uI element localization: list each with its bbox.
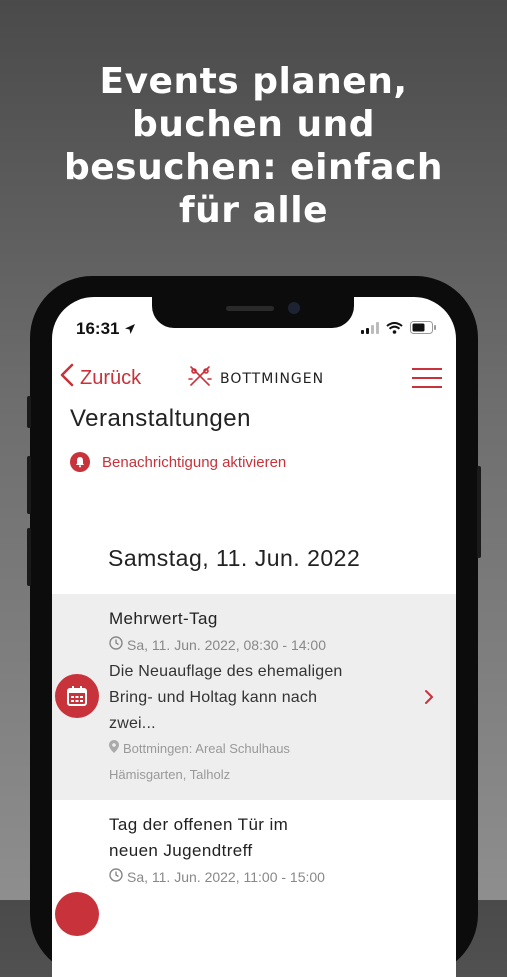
speaker	[226, 306, 274, 311]
location-text: Bottmingen: Areal Schulhaus	[123, 741, 290, 756]
pin-icon	[109, 736, 119, 762]
event-time: Sa, 11. Jun. 2022, 11:00 - 15:00	[109, 868, 325, 885]
page-title: Veranstaltungen	[70, 405, 251, 432]
event-title: Tag der offenen Tür im neuen Jugendtreff	[109, 812, 288, 864]
notification-toggle[interactable]: Benachrichtigung aktivieren	[70, 452, 286, 472]
nav-bar: Zurück BOTTMINGEN	[52, 359, 456, 399]
back-button[interactable]: Zurück	[60, 363, 141, 393]
calendar-icon	[55, 892, 99, 936]
notification-label: Benachrichtigung aktivieren	[102, 453, 287, 471]
phone-frame: 16:31 Zurück BOTTMINGEN Veranstaltungen …	[27, 276, 481, 977]
event-location: Bottmingen: Areal Schulhaus Hämisgarten,…	[109, 736, 389, 788]
volume-down-button	[27, 528, 31, 586]
hamburger-menu-icon	[412, 368, 442, 393]
clock-icon	[109, 868, 127, 885]
event-title-line: Tag der offenen Tür im	[109, 815, 289, 834]
brand-logo: BOTTMINGEN	[188, 365, 324, 392]
date-heading: Samstag, 11. Jun. 2022	[108, 545, 361, 571]
calendar-icon	[55, 674, 99, 718]
brand-name: BOTTMINGEN	[220, 370, 325, 387]
event-item[interactable]: Tag der offenen Tür im neuen Jugendtreff…	[52, 800, 456, 977]
back-label: Zurück	[80, 366, 142, 389]
wifi-icon	[386, 321, 403, 339]
status-time: 16:31	[76, 319, 136, 339]
chevron-left-icon	[60, 363, 74, 393]
event-item[interactable]: Mehrwert-Tag Sa, 11. Jun. 2022, 08:30 - …	[52, 594, 456, 800]
event-title-line: neuen Jugendtreff	[109, 841, 253, 860]
camera	[288, 302, 300, 314]
description-line: Die Neuauflage des ehemaligen	[109, 663, 343, 680]
headline-line: Events planen,	[99, 61, 408, 102]
description-line: Bring- und Holtag kann nach	[109, 689, 318, 706]
location-arrow-icon	[124, 319, 136, 338]
location-line-2: Hämisgarten, Talholz	[109, 767, 231, 782]
signal-icon	[361, 321, 379, 339]
bottmingen-logo-icon	[188, 365, 212, 392]
power-button	[477, 466, 481, 558]
event-time-text: Sa, 11. Jun. 2022, 11:00 - 15:00	[127, 868, 325, 885]
event-time: Sa, 11. Jun. 2022, 08:30 - 14:00	[109, 636, 326, 653]
chevron-right-icon	[424, 689, 434, 710]
battery-icon	[410, 321, 436, 339]
hamburger-menu-button[interactable]	[412, 367, 442, 389]
status-icons	[361, 321, 436, 339]
description-line: zwei...	[109, 715, 156, 732]
notch	[152, 297, 354, 328]
event-description: Die Neuauflage des ehemaligen Bring- und…	[109, 659, 409, 737]
headline-line: für alle	[179, 190, 328, 231]
promo-headline: Events planen, buchen und besuchen: einf…	[0, 60, 507, 232]
clock-icon	[109, 636, 127, 653]
location-line-1: Bottmingen: Areal Schulhaus	[109, 736, 389, 762]
event-time-text: Sa, 11. Jun. 2022, 08:30 - 14:00	[127, 636, 327, 653]
headline-line: besuchen: einfach	[64, 147, 443, 188]
event-title: Mehrwert-Tag	[109, 609, 218, 628]
bell-icon	[70, 452, 90, 472]
headline-line: buchen und	[132, 104, 375, 145]
volume-up-button	[27, 456, 31, 514]
phone-screen: 16:31 Zurück BOTTMINGEN Veranstaltungen …	[52, 297, 456, 977]
mute-switch	[27, 396, 31, 428]
status-time-text: 16:31	[76, 319, 120, 338]
